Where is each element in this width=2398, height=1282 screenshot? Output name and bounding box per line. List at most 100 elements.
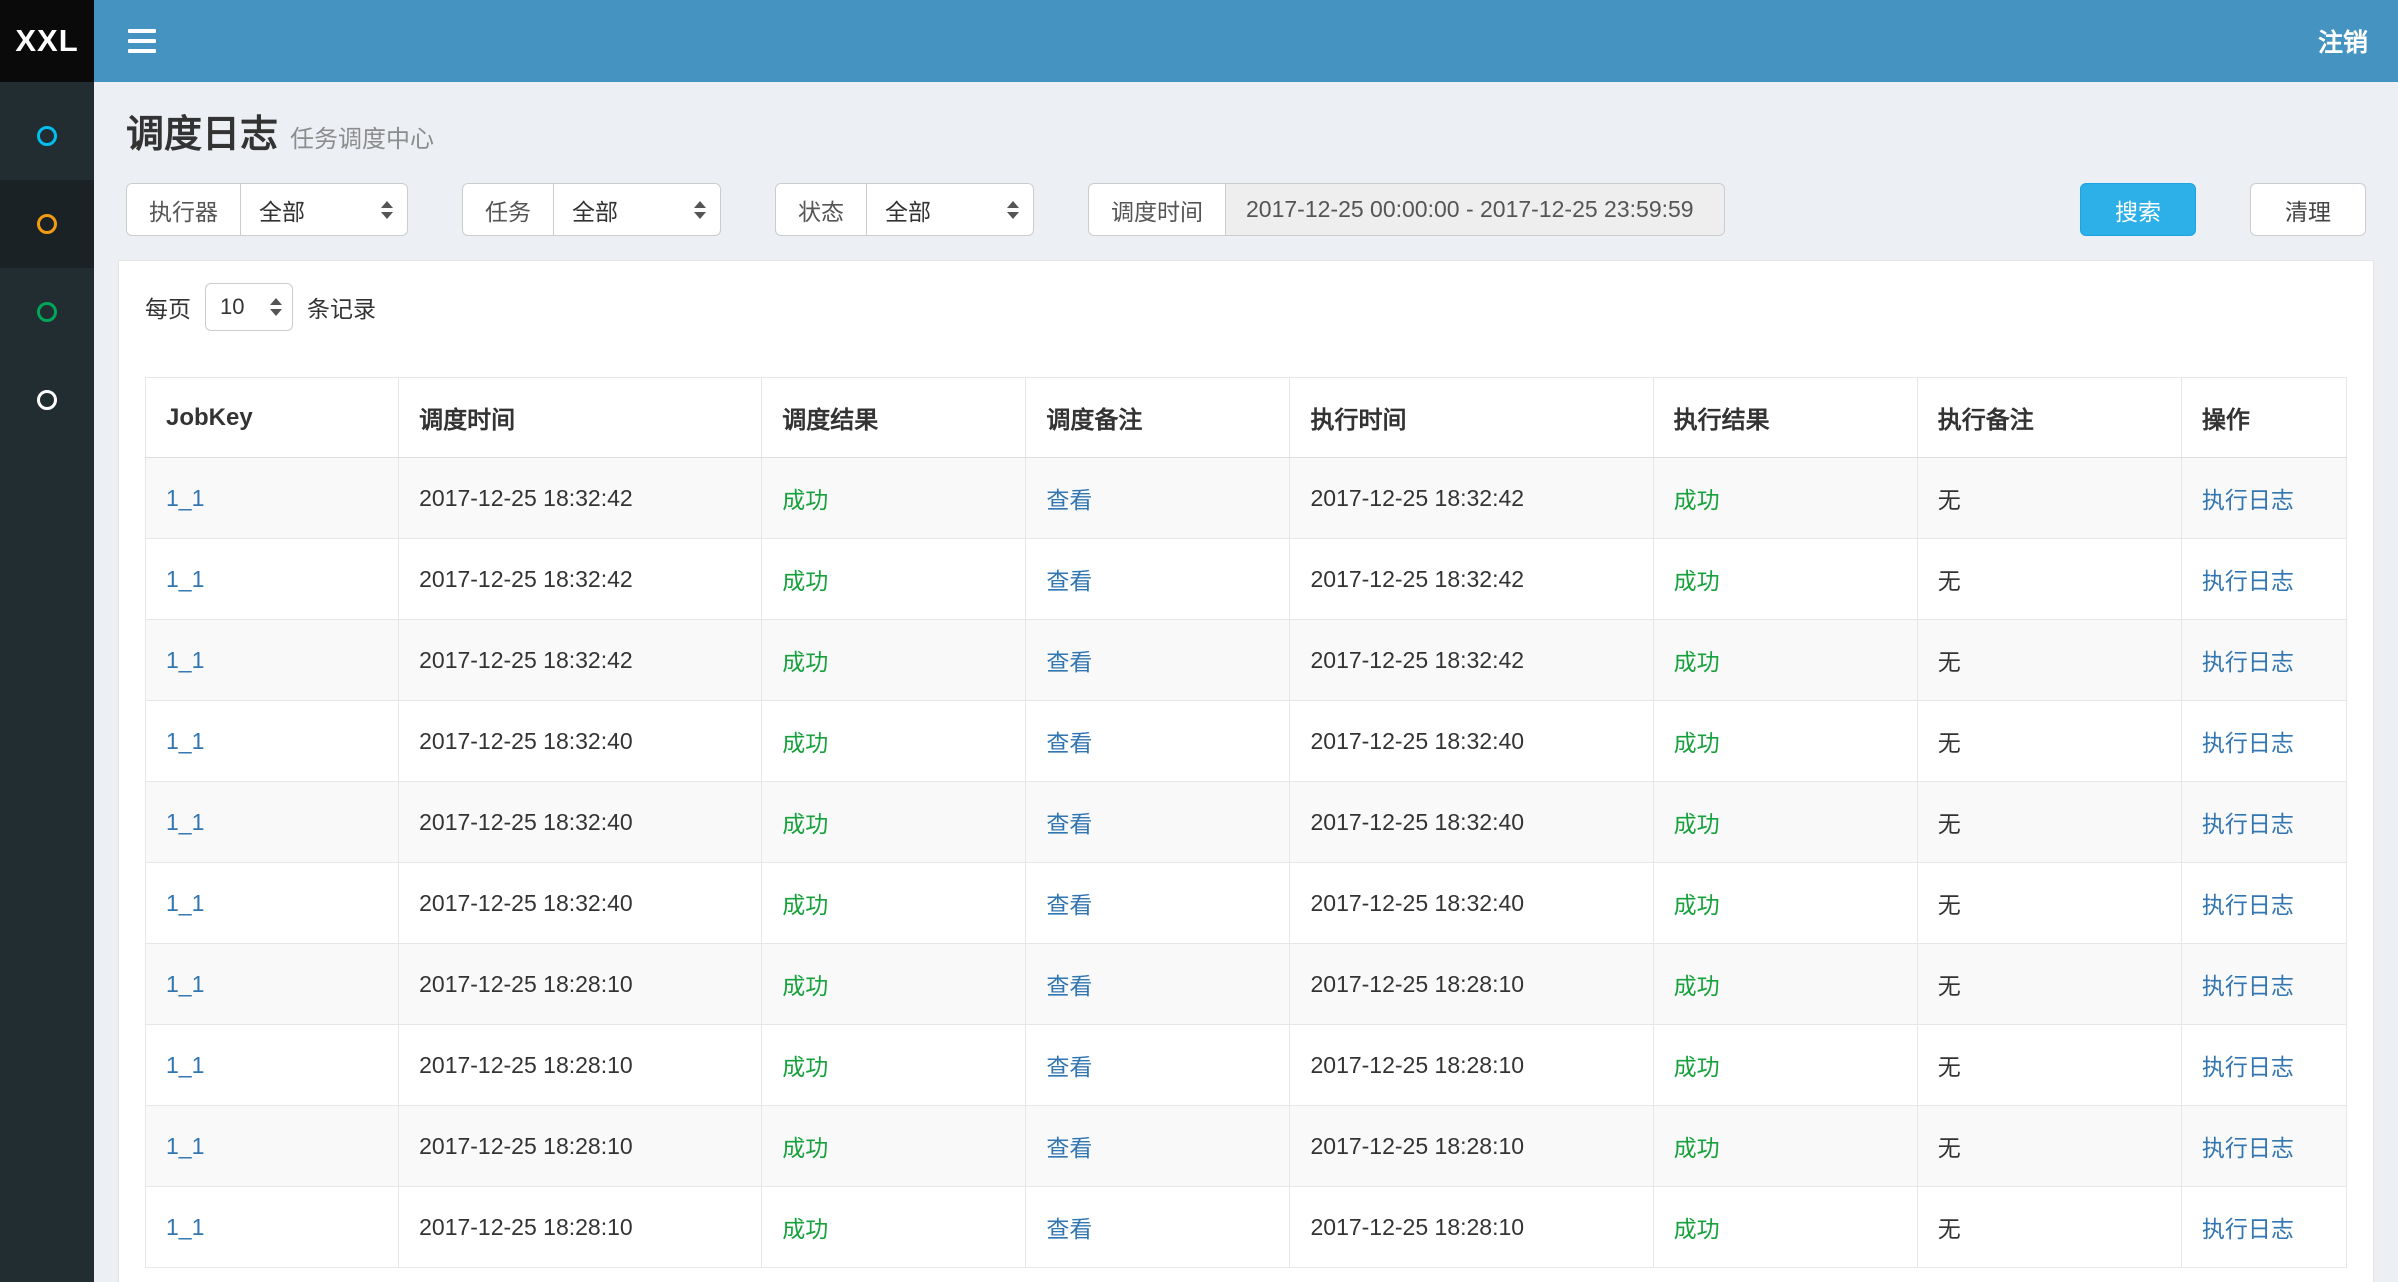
handle-time-text: 2017-12-25 18:32:42 bbox=[1310, 485, 1524, 511]
log-panel: 每页 10 条记录 JobKey 调度时间 调度结果 调度备注 执行时间 执行结… bbox=[118, 260, 2374, 1282]
cell-handle_result: 成功 bbox=[1653, 701, 1917, 782]
jobkey-link[interactable]: 1_1 bbox=[166, 1133, 204, 1159]
handle-msg-text: 无 bbox=[1938, 730, 1961, 756]
cell-trigger_msg: 查看 bbox=[1026, 1187, 1290, 1268]
trigger-msg-view-link[interactable]: 查看 bbox=[1046, 892, 1092, 918]
cell-handle_msg: 无 bbox=[1917, 458, 2181, 539]
trigger-msg-view-link[interactable]: 查看 bbox=[1046, 1054, 1092, 1080]
cell-handle_time: 2017-12-25 18:32:40 bbox=[1290, 701, 1653, 782]
table-row: 1_12017-12-25 18:28:10成功查看2017-12-25 18:… bbox=[146, 1025, 2347, 1106]
cell-trigger_result: 成功 bbox=[762, 1106, 1026, 1187]
table-row: 1_1 2017-12-25 18:32:40 成功查看 2017-12-25 18:… bbox=[146, 782, 2347, 863]
cell-trigger_msg: 查看 bbox=[1026, 701, 1290, 782]
top-navbar: XXL 注销 bbox=[0, 0, 2398, 82]
cell-trigger_time: 2017-12-25 18:32:40 bbox=[399, 782, 762, 863]
cell-action: 执行日志 bbox=[2181, 1106, 2346, 1187]
cell-handle_time: 2017-12-25 18:28:10 bbox=[1290, 1025, 1653, 1106]
job-select[interactable]: 全部 bbox=[553, 183, 721, 236]
col-header-trigger-msg: 调度备注 bbox=[1026, 378, 1290, 458]
sidebar-toggle-button[interactable] bbox=[124, 21, 160, 61]
cell-job_key: 1_1 bbox=[146, 1025, 399, 1106]
trigger-msg-view-link[interactable]: 查看 bbox=[1046, 1216, 1092, 1242]
main-content: 调度日志任务调度中心 执行器 全部 任务 全部 状态 全部 调度 bbox=[94, 0, 2398, 1282]
schedule-time-label: 调度时间 bbox=[1088, 183, 1225, 236]
sidebar-item-3[interactable] bbox=[0, 268, 94, 356]
jobkey-link[interactable]: 1_1 bbox=[166, 485, 204, 511]
per-page-select[interactable]: 10 bbox=[205, 283, 293, 331]
job-select-value: 全部 bbox=[572, 193, 618, 227]
trigger-time-text: 2017-12-25 18:32:40 bbox=[419, 809, 633, 835]
trigger-result-text: 成功 bbox=[782, 973, 828, 999]
cell-job_key: 1_1 bbox=[146, 620, 399, 701]
handle-msg-text: 无 bbox=[1938, 568, 1961, 594]
clear-button[interactable]: 清理 bbox=[2250, 183, 2366, 236]
execution-log-link[interactable]: 执行日志 bbox=[2202, 568, 2294, 594]
cell-handle_msg: 无 bbox=[1917, 1025, 2181, 1106]
handle-time-text: 2017-12-25 18:28:10 bbox=[1310, 971, 1524, 997]
jobkey-link[interactable]: 1_1 bbox=[166, 566, 204, 592]
execution-log-link[interactable]: 执行日志 bbox=[2202, 811, 2294, 837]
cell-action: 执行日志 bbox=[2181, 944, 2346, 1025]
select-arrows-icon bbox=[694, 201, 706, 219]
jobkey-link[interactable]: 1_1 bbox=[166, 890, 204, 916]
circle-o-icon bbox=[37, 390, 57, 410]
execution-log-link[interactable]: 执行日志 bbox=[2202, 973, 2294, 999]
table-row: 1_12017-12-25 18:32:42成功查看2017-12-25 18:… bbox=[146, 539, 2347, 620]
execution-log-link[interactable]: 执行日志 bbox=[2202, 1054, 2294, 1080]
handle-time-text: 2017-12-25 18:28:10 bbox=[1310, 1214, 1524, 1240]
trigger-msg-view-link[interactable]: 查看 bbox=[1046, 487, 1092, 513]
handle-result-text: 成功 bbox=[1674, 1216, 1720, 1242]
handle-time-text: 2017-12-25 18:32:40 bbox=[1310, 809, 1524, 835]
circle-o-icon bbox=[37, 302, 57, 322]
cell-handle_time: 2017-12-25 18:32:40 bbox=[1290, 782, 1653, 863]
sidebar-item-2[interactable] bbox=[0, 180, 94, 268]
cell-trigger_msg: 查看 bbox=[1026, 539, 1290, 620]
execution-log-link[interactable]: 执行日志 bbox=[2202, 892, 2294, 918]
cell-handle_time: 2017-12-25 18:32:40 bbox=[1290, 863, 1653, 944]
jobkey-link[interactable]: 1_1 bbox=[166, 809, 204, 835]
cell-trigger_msg: 查看 bbox=[1026, 782, 1290, 863]
filter-schedule-time: 调度时间 bbox=[1088, 183, 1725, 236]
execution-log-link[interactable]: 执行日志 bbox=[2202, 649, 2294, 675]
col-header-trigger-result: 调度结果 bbox=[762, 378, 1026, 458]
trigger-msg-view-link[interactable]: 查看 bbox=[1046, 811, 1092, 837]
cell-trigger_time: 2017-12-25 18:32:40 bbox=[399, 863, 762, 944]
table-footer: 第 1 页 ( 总共 1 页， 10 条记录 ) 上页 1 下页 bbox=[145, 1268, 2347, 1282]
sidebar-item-4[interactable] bbox=[0, 356, 94, 444]
app-logo[interactable]: XXL bbox=[0, 0, 94, 82]
cell-job_key: 1_1 bbox=[146, 782, 399, 863]
cell-handle_msg: 无 bbox=[1917, 863, 2181, 944]
execution-log-link[interactable]: 执行日志 bbox=[2202, 487, 2294, 513]
logout-link[interactable]: 注销 bbox=[2318, 23, 2368, 59]
trigger-msg-view-link[interactable]: 查看 bbox=[1046, 730, 1092, 756]
cell-trigger_time: 2017-12-25 18:28:10 bbox=[399, 944, 762, 1025]
cell-action: 执行日志 bbox=[2181, 1025, 2346, 1106]
jobkey-link[interactable]: 1_1 bbox=[166, 1052, 204, 1078]
jobkey-link[interactable]: 1_1 bbox=[166, 1214, 204, 1240]
executor-select[interactable]: 全部 bbox=[240, 183, 408, 236]
trigger-msg-view-link[interactable]: 查看 bbox=[1046, 568, 1092, 594]
schedule-time-input[interactable] bbox=[1225, 183, 1725, 236]
cell-job_key: 1_1 bbox=[146, 863, 399, 944]
page-subtitle: 任务调度中心 bbox=[290, 126, 434, 153]
cell-handle_msg: 无 bbox=[1917, 782, 2181, 863]
trigger-msg-view-link[interactable]: 查看 bbox=[1046, 973, 1092, 999]
execution-log-link[interactable]: 执行日志 bbox=[2202, 1135, 2294, 1161]
search-button[interactable]: 搜索 bbox=[2080, 183, 2196, 236]
execution-log-link[interactable]: 执行日志 bbox=[2202, 1216, 2294, 1242]
cell-trigger_result: 成功 bbox=[762, 782, 1026, 863]
jobkey-link[interactable]: 1_1 bbox=[166, 728, 204, 754]
status-select[interactable]: 全部 bbox=[866, 183, 1034, 236]
jobkey-link[interactable]: 1_1 bbox=[166, 971, 204, 997]
execution-log-link[interactable]: 执行日志 bbox=[2202, 730, 2294, 756]
trigger-msg-view-link[interactable]: 查看 bbox=[1046, 1135, 1092, 1161]
cell-job_key: 1_1 bbox=[146, 539, 399, 620]
trigger-msg-view-link[interactable]: 查看 bbox=[1046, 649, 1092, 675]
sidebar-item-1[interactable] bbox=[0, 92, 94, 180]
trigger-result-text: 成功 bbox=[782, 1054, 828, 1080]
cell-action: 执行日志 bbox=[2181, 458, 2346, 539]
jobkey-link[interactable]: 1_1 bbox=[166, 647, 204, 673]
table-row: 1_12017-12-25 18:32:42成功查看2017-12-25 18:… bbox=[146, 620, 2347, 701]
handle-time-text: 2017-12-25 18:32:42 bbox=[1310, 566, 1524, 592]
handle-msg-text: 无 bbox=[1938, 1216, 1961, 1242]
